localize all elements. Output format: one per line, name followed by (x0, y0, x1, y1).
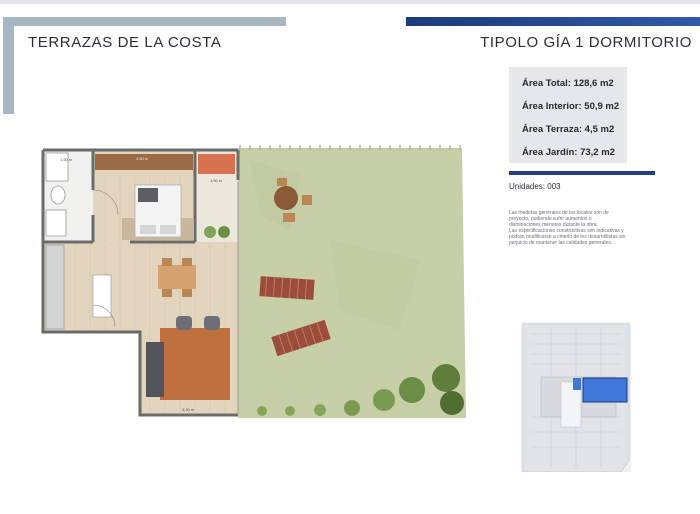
garden-round-table (274, 186, 298, 210)
toilet (50, 185, 66, 205)
bed-blanket (138, 188, 158, 202)
area-interior: Área Interior: 50,9 m2 (522, 101, 620, 112)
dim-living: 3,30 m (182, 407, 195, 412)
dim-bath: 1,50 m (60, 157, 73, 162)
kitchen-island (92, 274, 112, 318)
dining-chair-4 (182, 289, 192, 297)
garden-chair-3 (283, 213, 295, 222)
garden-chair-1 (277, 178, 287, 186)
area-summary-box: Área Total: 128,6 m2 Área Interior: 50,9… (509, 67, 627, 163)
sofa (146, 342, 164, 397)
armchair-1 (176, 316, 192, 330)
unit-type-title: TIPOLO GÍA 1 DORMITORIO (480, 34, 692, 51)
terrace-plant-2 (218, 226, 230, 238)
sun-lounger-1 (259, 276, 315, 300)
dim-terrace: 1,50 m (210, 178, 223, 183)
dining-chair-2 (182, 258, 192, 266)
minimap-highlight-unit (582, 377, 628, 403)
area-garden: Área Jardín: 73,2 m2 (522, 147, 615, 158)
floor-plan: 1,50 m 3,60 m 1,50 m 3,30 m (41, 145, 466, 418)
minimap-highlight-terrace (573, 378, 581, 390)
dining-chair-1 (162, 258, 172, 266)
terrace-plant-1 (204, 226, 216, 238)
kitchen-counter (45, 244, 65, 330)
living-rug (160, 328, 230, 400)
area-terrace: Área Terraza: 4,5 m2 (522, 124, 615, 135)
bathroom-vanity (45, 209, 67, 237)
disclaimer-text: Las medidas generales de los locales son… (509, 210, 626, 246)
dining-chair-3 (162, 289, 172, 297)
pillow-left (140, 225, 156, 234)
armchair-2 (204, 316, 220, 330)
area-total: Área Total: 128,6 m2 (522, 78, 614, 89)
pillow-right (160, 225, 176, 234)
garden-chair-2 (302, 195, 312, 205)
info-underline (509, 171, 655, 175)
dining-table (158, 265, 196, 289)
units-label: Unidades: 003 (509, 182, 561, 191)
terrace-planter (198, 154, 235, 174)
location-minimap (521, 322, 631, 472)
dim-bed: 3,60 m (136, 156, 149, 161)
